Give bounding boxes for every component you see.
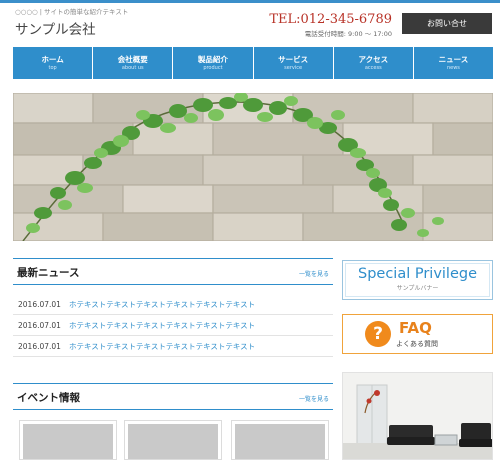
event-thumbnail-image bbox=[23, 424, 113, 459]
nav-item-label: サービス bbox=[278, 54, 309, 64]
news-section-title: 最新ニュース bbox=[17, 267, 80, 279]
news-date: 2016.07.01 bbox=[18, 299, 61, 309]
contact-button[interactable]: お問い合せ bbox=[402, 13, 492, 34]
nav-item-sublabel: access bbox=[364, 64, 382, 71]
faq-banner-subtitle: よくある質問 bbox=[396, 340, 438, 348]
faq-banner[interactable]: ? FAQ よくある質問 bbox=[342, 314, 493, 354]
nav-item-product[interactable]: 製品紹介 product bbox=[173, 47, 254, 79]
news-list-item: 2016.07.01 ホテキストテキストテキストテキストテキストテキスト bbox=[13, 315, 333, 336]
nav-item-service[interactable]: サービス service bbox=[254, 47, 334, 79]
news-list-item: 2016.07.01 ホテキストテキストテキストテキストテキストテキスト bbox=[13, 294, 333, 315]
office-lounge-banner[interactable] bbox=[342, 372, 493, 460]
hero-image bbox=[13, 93, 493, 241]
top-accent-line bbox=[0, 0, 500, 3]
news-date: 2016.07.01 bbox=[18, 320, 61, 330]
event-section-header: イベント情報 一覧を見る bbox=[13, 383, 333, 410]
global-nav: ホーム top 会社概要 about us 製品紹介 product サービス … bbox=[13, 47, 493, 79]
nav-item-label: ホーム bbox=[41, 54, 64, 64]
news-link[interactable]: ホテキストテキストテキストテキストテキストテキスト bbox=[69, 320, 255, 331]
news-link[interactable]: ホテキストテキストテキストテキストテキストテキスト bbox=[69, 299, 255, 310]
event-see-all-link[interactable]: 一覧を見る bbox=[299, 394, 329, 403]
nav-item-access[interactable]: アクセス access bbox=[334, 47, 414, 79]
event-thumbnail[interactable] bbox=[231, 420, 329, 460]
special-banner-title: Special Privilege bbox=[357, 266, 478, 282]
hero-stone-wall-plant-image bbox=[13, 93, 493, 241]
nav-item-label: 会社概要 bbox=[117, 54, 148, 64]
nav-item-home[interactable]: ホーム top bbox=[13, 47, 94, 79]
nav-item-news[interactable]: ニュース news bbox=[414, 47, 493, 79]
event-thumbnail-image bbox=[235, 424, 325, 459]
faq-banner-title: FAQ bbox=[399, 319, 432, 337]
event-section-title: イベント情報 bbox=[17, 392, 80, 404]
event-thumbnails bbox=[13, 420, 333, 460]
nav-item-label: 製品紹介 bbox=[197, 54, 228, 64]
nav-item-sublabel: product bbox=[203, 64, 223, 71]
news-link[interactable]: ホテキストテキストテキストテキストテキストテキスト bbox=[69, 341, 255, 352]
nav-item-label: アクセス bbox=[358, 54, 389, 64]
latest-news-section: 最新ニュース 一覧を見る 2016.07.01 ホテキストテキストテキストテキス… bbox=[13, 258, 333, 357]
special-banner-subtitle: サンプルバナー bbox=[396, 285, 439, 292]
nav-item-sublabel: service bbox=[284, 64, 303, 71]
news-list: 2016.07.01 ホテキストテキストテキストテキストテキストテキスト 201… bbox=[13, 294, 333, 357]
special-privilege-banner[interactable]: Special Privilege サンプルバナー bbox=[342, 260, 493, 300]
event-thumbnail-image bbox=[128, 424, 218, 459]
news-list-item: 2016.07.01 ホテキストテキストテキストテキストテキストテキスト bbox=[13, 336, 333, 357]
site-tagline: ○○○○ | サイトの簡単な紹介テキスト bbox=[15, 8, 129, 16]
nav-item-about[interactable]: 会社概要 about us bbox=[93, 47, 174, 79]
news-section-header: 最新ニュース 一覧を見る bbox=[13, 258, 333, 285]
nav-item-sublabel: top bbox=[48, 64, 57, 71]
event-thumbnail[interactable] bbox=[124, 420, 222, 460]
office-lounge-image bbox=[343, 373, 492, 459]
news-see-all-link[interactable]: 一覧を見る bbox=[299, 269, 329, 278]
question-mark-icon: ? bbox=[365, 321, 391, 347]
event-section: イベント情報 一覧を見る bbox=[13, 383, 333, 410]
event-thumbnail[interactable] bbox=[19, 420, 117, 460]
phone-number: TEL:012-345-6789 bbox=[269, 12, 392, 27]
nav-item-sublabel: news bbox=[446, 64, 460, 71]
phone-hours: 電話受付時間: 9:00 〜 17:00 bbox=[304, 30, 392, 38]
nav-item-label: ニュース bbox=[438, 54, 469, 64]
nav-item-sublabel: about us bbox=[121, 64, 144, 71]
news-date: 2016.07.01 bbox=[18, 341, 61, 351]
site-name[interactable]: サンプル会社 bbox=[15, 18, 96, 38]
